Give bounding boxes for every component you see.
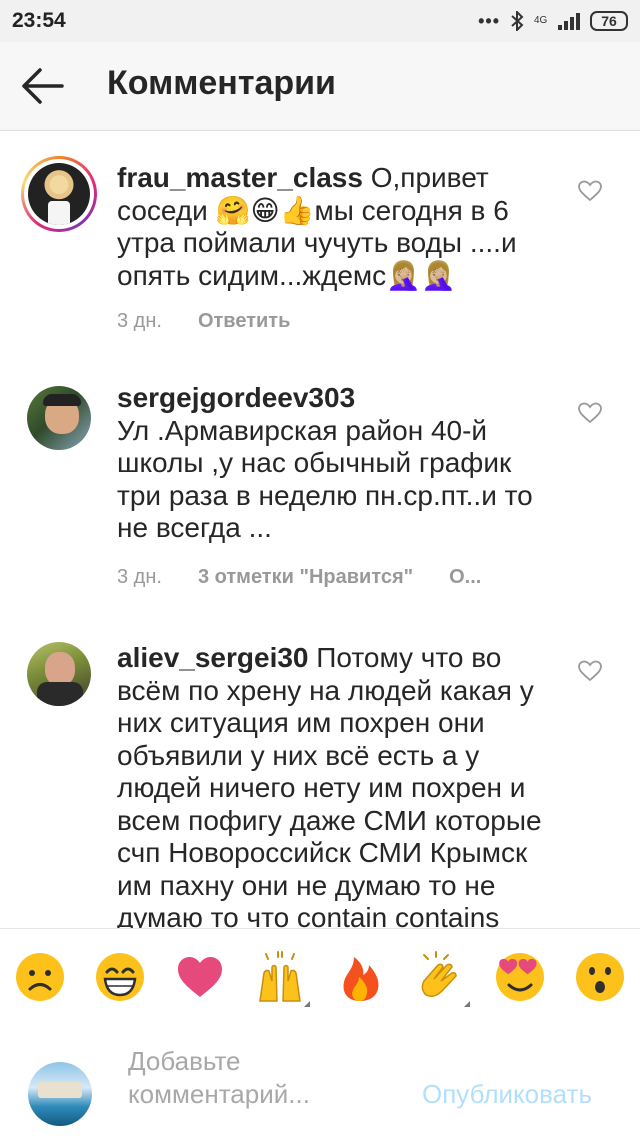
like-heart-icon[interactable] [578, 660, 602, 682]
heart-eyes-emoji[interactable] [494, 951, 546, 1003]
status-bar: 23:54 ••• 4G 76 [0, 0, 640, 42]
avatar[interactable] [21, 156, 97, 232]
comment-text: frau_master_class О,привет соседи 🤗😁👍мы … [117, 162, 562, 292]
emoji-bar [0, 928, 640, 1018]
comment-text: aliev_sergei30 Потому что во всём по хре… [117, 642, 562, 928]
status-time: 23:54 [12, 9, 66, 32]
comment-username[interactable]: frau_master_class [117, 162, 363, 193]
comment-body: Ул .Армавирская район 40-й школы ,у нас … [117, 414, 533, 544]
reply-button[interactable]: О... [449, 566, 481, 589]
signal-icon [558, 12, 580, 30]
comment-meta: 3 дн. 3 отметки "Нравится" О... [117, 566, 481, 589]
clapping-hands-emoji[interactable] [414, 951, 466, 1003]
like-heart-icon[interactable] [578, 180, 602, 202]
bluetooth-icon [511, 11, 524, 31]
page-title: Комментарии [107, 64, 336, 102]
comment-meta: 3 дн. Ответить [117, 310, 290, 333]
comment-time: 3 дн. [117, 310, 162, 332]
notification-dots: ••• [478, 10, 500, 31]
avatar[interactable] [27, 642, 91, 706]
surprised-face-emoji[interactable] [574, 951, 626, 1003]
comment-composer: Добавьте комментарий... Опубликовать [0, 1017, 640, 1138]
comment-item: aliev_sergei30 Потому что во всём по хре… [0, 640, 640, 928]
avatar[interactable] [27, 386, 91, 450]
publish-button[interactable]: Опубликовать [422, 1079, 592, 1110]
comment-time: 3 дн. [117, 566, 162, 588]
raised-hands-emoji[interactable] [254, 951, 306, 1003]
sad-face-emoji[interactable] [14, 951, 66, 1003]
status-icons: ••• 4G 76 [478, 11, 628, 32]
likes-count-link[interactable]: 3 отметки "Нравится" [198, 566, 413, 589]
variant-indicator [464, 1001, 470, 1007]
like-heart-icon[interactable] [578, 402, 602, 424]
heart-emoji[interactable] [174, 951, 226, 1003]
back-arrow-icon[interactable] [18, 62, 66, 110]
variant-indicator [304, 1001, 310, 1007]
header-bar: Комментарии [0, 42, 640, 131]
fire-emoji[interactable] [334, 951, 386, 1003]
comment-body: Потому что во всём по хрену на людей как… [117, 642, 542, 928]
reply-button[interactable]: Ответить [198, 310, 290, 333]
battery-icon: 76 [590, 11, 628, 31]
comment-username[interactable]: aliev_sergei30 [117, 642, 309, 673]
battery-level: 76 [601, 13, 617, 29]
network-type: 4G [534, 15, 548, 26]
comment-username[interactable]: sergejgordeev303 [117, 382, 355, 413]
comment-text: sergejgordeev303 Ул .Армавирская район 4… [117, 382, 562, 545]
comment-input[interactable]: Добавьте комментарий... [128, 1045, 408, 1129]
current-user-avatar [28, 1062, 92, 1126]
grin-emoji[interactable] [94, 951, 146, 1003]
